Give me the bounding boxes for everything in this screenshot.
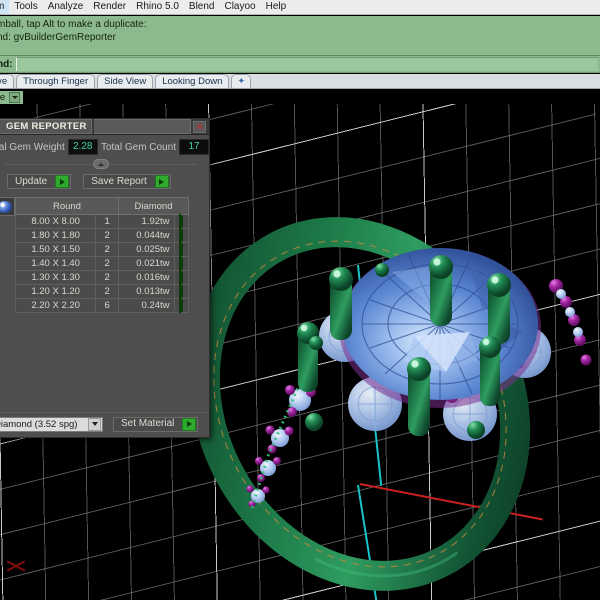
viewport-title-bar: ive [0, 90, 600, 104]
command-input[interactable] [15, 57, 598, 71]
menu-item-rhino-50[interactable]: Rhino 5.0 [131, 0, 184, 14]
gem-size: 1.40 X 1.40 [14, 256, 97, 271]
diamond-icon [0, 197, 15, 216]
save-report-button[interactable]: Save Report [83, 174, 171, 189]
total-gem-weight-label: tal Gem Weight [0, 141, 65, 153]
gem-reporter-title: GEM REPORTER [0, 119, 92, 134]
menu-bar: m Tools Analyze Render Rhino 5.0 Blend C… [0, 0, 600, 15]
command-prompt-label: nd: [0, 58, 13, 70]
gem-qty: 6 [95, 298, 119, 313]
chevron-up-icon[interactable] [93, 159, 109, 169]
gem-size: 1.50 X 1.50 [14, 242, 97, 257]
table-row[interactable]: 1.40 X 1.40 2 0.021tw [14, 255, 190, 272]
gem-table-header-row: Round Diamond [15, 197, 190, 215]
gem-weight: 0.044tw [117, 228, 175, 243]
command-history: mball, tap Alt to make a duplicate: nd: … [0, 16, 600, 56]
table-row[interactable]: 1.30 X 1.30 2 0.016tw [14, 269, 190, 286]
gem-weight: 0.021tw [117, 256, 175, 271]
total-gem-count-value: 17 [179, 139, 209, 155]
gem-reporter-title-bar[interactable]: GEM REPORTER ✕ [0, 119, 209, 135]
play-icon[interactable] [182, 417, 197, 431]
table-row[interactable]: 1.20 X 1.20 2 0.013tw [14, 283, 190, 300]
menu-item-analyze[interactable]: Analyze [43, 0, 89, 14]
viewport-tab-add[interactable]: ✦ [231, 74, 252, 88]
gem-weight: 0.025tw [117, 242, 175, 257]
table-row[interactable]: 1.80 X 1.80 2 0.044tw [14, 227, 190, 244]
gem-qty: 2 [95, 242, 119, 257]
viewport-tab-perspective[interactable]: ive [0, 74, 15, 88]
close-icon[interactable]: ✕ [193, 120, 206, 133]
gem-size: 1.80 X 1.80 [14, 228, 97, 243]
pave-accent-stones-right [549, 279, 592, 366]
update-button[interactable]: Update [7, 174, 72, 189]
material-row: Diamond (3.52 spg) Set Material [0, 415, 211, 433]
viewport-right-edge [596, 104, 600, 134]
menu-item-help[interactable]: Help [261, 0, 292, 14]
viewport-tab-strip: ive Through Finger Side View Looking Dow… [0, 74, 600, 89]
gem-weight: 0.013tw [117, 284, 175, 299]
gem-qty: 2 [95, 284, 119, 299]
pave-accent-stones [246, 371, 316, 509]
chevron-down-icon[interactable] [9, 91, 21, 103]
gem-reporter-panel: GEM REPORTER ✕ tal Gem Weight 2.28 Total… [0, 118, 210, 438]
material-select[interactable]: Diamond (3.52 spg) [0, 416, 103, 432]
gem-qty: 1 [95, 214, 119, 229]
menu-item-clayoo[interactable]: Clayoo [219, 0, 260, 14]
panel-divider [0, 412, 209, 413]
command-history-line-2: nd: gvBuilderGemReporter [0, 32, 116, 43]
viewport-tab-side-view[interactable]: Side View [97, 74, 154, 88]
table-row[interactable]: 2.20 X 2.20 6 0.24tw [14, 297, 190, 314]
set-material-button-label: Set Material [121, 418, 175, 429]
table-row[interactable]: 8.00 X 8.00 1 1.92tw [14, 213, 190, 230]
table-row[interactable]: 1.50 X 1.50 2 0.025tw [14, 241, 190, 258]
title-bar-filler [93, 119, 191, 134]
viewport-name-chip[interactable]: ive [0, 90, 24, 104]
gem-size: 8.00 X 8.00 [14, 214, 97, 229]
save-report-button-label: Save Report [91, 175, 147, 187]
gem-table-header-diamond[interactable]: Diamond [117, 197, 190, 215]
menu-item-render[interactable]: Render [88, 0, 131, 14]
play-icon[interactable] [173, 297, 190, 314]
gem-weight: 0.016tw [117, 270, 175, 285]
menu-item-0[interactable]: m [0, 0, 10, 14]
material-select-value: Diamond (3.52 spg) [0, 418, 78, 430]
viewport-tab-through-finger[interactable]: Through Finger [16, 74, 96, 88]
gem-table-wrapper: Round Diamond 8.00 X 8.00 1 1.92tw 1.80 … [0, 197, 209, 314]
gem-size: 1.20 X 1.20 [14, 284, 97, 299]
play-icon[interactable] [55, 175, 70, 188]
totals-row: tal Gem Weight 2.28 Total Gem Count 17 [0, 139, 209, 155]
update-button-label: Update [15, 175, 48, 187]
gem-qty: 2 [95, 228, 119, 243]
menu-item-blend[interactable]: Blend [184, 0, 220, 14]
gem-size: 2.20 X 2.20 [14, 298, 97, 313]
gem-size: 1.30 X 1.30 [14, 270, 97, 285]
panel-collapse-row [0, 159, 209, 169]
action-button-row: Update Save Report [0, 174, 209, 189]
gem-qty: 2 [95, 270, 119, 285]
set-material-button[interactable]: Set Material [113, 416, 199, 432]
menu-item-tools[interactable]: Tools [9, 0, 42, 14]
play-icon[interactable] [154, 175, 169, 188]
viewport-name-label: ive [0, 91, 6, 103]
command-history-line-1: mball, tap Alt to make a duplicate: [0, 19, 147, 30]
viewport-tab-looking-down[interactable]: Looking Down [155, 74, 230, 88]
gem-table-header-round[interactable]: Round [15, 197, 119, 215]
gem-qty: 2 [95, 256, 119, 271]
total-gem-count-label: Total Gem Count [100, 141, 176, 153]
total-gem-weight-value: 2.28 [67, 139, 98, 155]
gem-weight: 1.92tw [117, 214, 175, 229]
rhino-application-window: m Tools Analyze Render Rhino 5.0 Blend C… [0, 0, 600, 600]
command-prompt-bar: nd: [0, 56, 600, 73]
gem-table: Round Diamond 8.00 X 8.00 1 1.92tw 1.80 … [14, 197, 190, 314]
chevron-down-icon[interactable] [88, 417, 101, 431]
gem-weight: 0.24tw [117, 298, 175, 313]
